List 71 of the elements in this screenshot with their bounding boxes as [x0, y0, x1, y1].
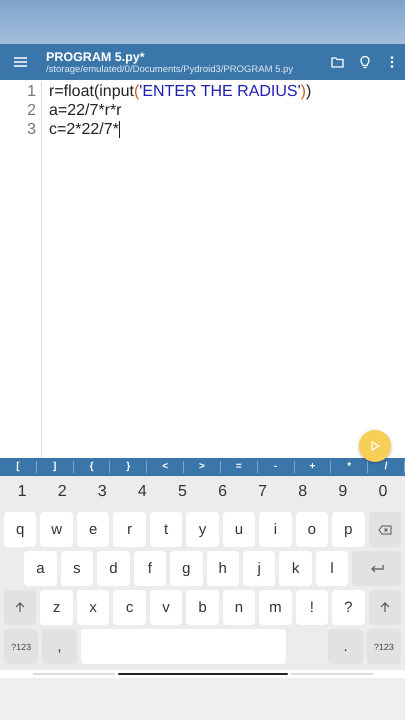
more-icon[interactable] [390, 56, 394, 68]
symbol-key[interactable]: ] [36, 461, 74, 473]
symbol-key[interactable]: { [74, 461, 110, 473]
lightbulb-icon[interactable] [360, 56, 370, 68]
key[interactable]: b [186, 590, 219, 625]
key[interactable]: r [113, 512, 146, 547]
key[interactable]: m [259, 590, 292, 625]
key[interactable]: 2 [44, 476, 80, 508]
folder-icon[interactable] [331, 56, 344, 68]
key[interactable]: x [76, 590, 110, 625]
key[interactable]: j [242, 551, 276, 586]
key[interactable]: z [40, 590, 73, 625]
key[interactable]: ? [332, 590, 365, 625]
key[interactable]: u [222, 512, 256, 547]
play-icon [370, 441, 380, 451]
key[interactable]: h [206, 551, 239, 586]
shift-icon [380, 602, 390, 613]
symbol-key[interactable]: - [258, 461, 294, 473]
symbol-key[interactable]: * [331, 461, 368, 473]
symbols-key[interactable]: ?123 [4, 629, 38, 664]
symbols-key[interactable]: ?123 [366, 629, 401, 664]
symbol-key[interactable]: = [220, 461, 258, 473]
symbol-key[interactable]: [ [0, 461, 37, 473]
key[interactable]: 5 [164, 476, 200, 508]
key[interactable]: 3 [84, 476, 120, 508]
key[interactable]: s [60, 551, 94, 586]
key[interactable]: y [186, 512, 219, 547]
file-path: /storage/emulated/0/Documents/Pydroid3/PROGRAM 5.py [46, 64, 294, 74]
key[interactable]: . [328, 629, 363, 664]
code-line: a=22/7*r*r [48, 102, 122, 120]
key[interactable]: w [40, 512, 73, 547]
shift-icon [15, 602, 26, 613]
key[interactable]: g [170, 551, 202, 586]
key[interactable]: n [222, 590, 256, 625]
symbol-key[interactable]: > [184, 461, 221, 473]
key[interactable]: p [332, 512, 365, 547]
line-number: 1 [0, 82, 42, 101]
key[interactable]: 6 [204, 476, 241, 508]
key[interactable]: o [296, 512, 328, 547]
code-line: r=float(input('ENTER THE RADIUS')) [48, 82, 312, 100]
key[interactable]: k [279, 551, 312, 586]
symbol-key[interactable]: + [294, 461, 332, 473]
symbol-key[interactable]: < [147, 461, 184, 473]
code-line: c=2*22/7* [48, 120, 120, 138]
key[interactable]: ! [296, 590, 328, 625]
key[interactable]: 1 [4, 476, 40, 508]
key[interactable]: 9 [324, 476, 361, 508]
key[interactable]: 0 [364, 476, 401, 508]
key[interactable]: v [150, 590, 182, 625]
run-button[interactable] [359, 430, 391, 462]
backspace-icon [378, 524, 392, 534]
file-title: PROGRAM 5.py* [46, 50, 145, 64]
backspace-key[interactable] [368, 512, 401, 547]
line-number: 3 [0, 120, 42, 139]
key[interactable]: f [134, 551, 166, 586]
key[interactable]: i [259, 512, 292, 547]
key[interactable]: 8 [284, 476, 321, 508]
key[interactable]: , [42, 629, 77, 664]
key[interactable]: a [24, 551, 57, 586]
enter-icon [370, 564, 384, 573]
key[interactable]: e [76, 512, 110, 547]
key[interactable]: q [4, 512, 36, 547]
line-number: 2 [0, 101, 42, 120]
menu-icon[interactable] [14, 57, 26, 67]
symbol-key[interactable]: } [110, 461, 148, 473]
key[interactable]: t [150, 512, 182, 547]
key[interactable]: 7 [244, 476, 281, 508]
key[interactable]: l [316, 551, 348, 586]
key[interactable]: 4 [124, 476, 160, 508]
key[interactable]: c [113, 590, 146, 625]
key[interactable]: d [97, 551, 130, 586]
